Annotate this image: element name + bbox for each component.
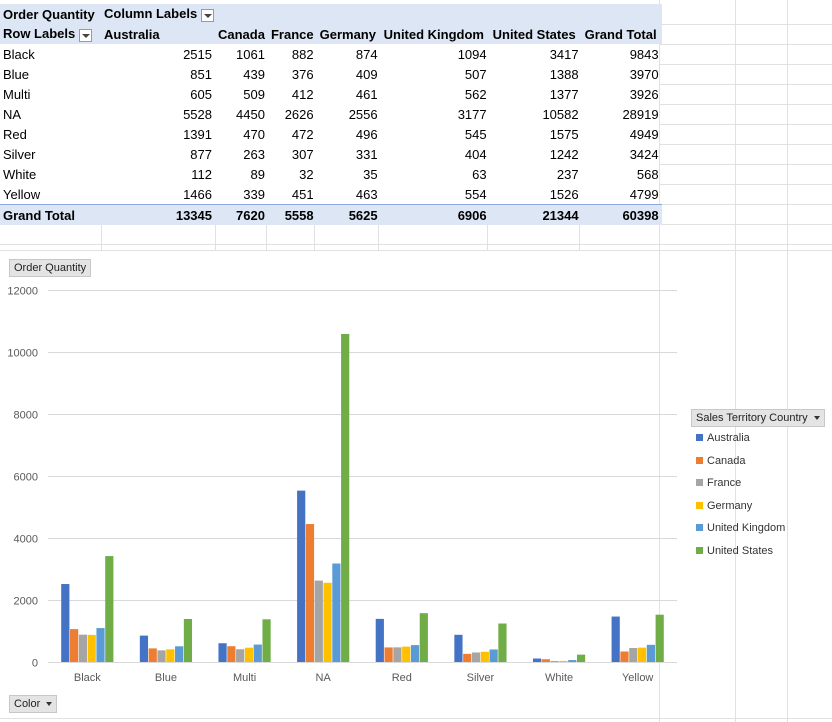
bar [148,648,157,662]
bar [227,646,236,662]
bar [236,649,245,662]
bar [559,660,568,662]
legend-label: France [707,477,742,489]
x-tick-label: Black [74,672,101,684]
y-tick-label: 4000 [14,534,38,546]
legend-item: Germany [696,500,785,523]
bar [393,647,402,662]
legend-item: United Kingdom [696,522,785,545]
bar [541,659,550,662]
legend-swatch [696,501,703,509]
x-tick-label: Yellow [622,672,653,684]
x-tick-label: Silver [467,672,495,684]
legend-swatch [696,479,703,486]
legend-label: United Kingdom [707,522,786,534]
clustered-column-chart: 0 2000 4000 6000 8000 10000 12000 Black Blue Mult… [7,286,677,684]
legend-swatch [696,456,703,464]
bar [218,643,227,662]
y-tick-label: 2000 [14,596,38,608]
bar [314,580,323,662]
bar [175,646,184,662]
chart-legend: Australia Canada France Germany United Kingd… [696,432,785,567]
bar [454,634,463,662]
bar [629,648,638,662]
bar [384,647,393,662]
bar [166,649,175,662]
x-tick-label: Blue [155,672,177,684]
y-tick-label: 6000 [14,472,38,484]
bar [489,649,498,662]
bar [419,613,428,662]
bar [375,618,384,662]
bar [471,652,481,662]
x-tick-label: Red [392,672,412,684]
y-tick-label: 0 [32,658,38,670]
legend-item: France [696,477,785,500]
bar [568,660,577,662]
legend-label: United States [707,544,774,557]
bar [61,584,70,662]
bar [620,651,629,662]
bar [70,629,79,662]
legend-label: Canada [707,454,746,467]
bar [655,614,664,662]
bar [96,628,105,662]
bar [576,654,586,662]
legend-swatch [696,434,703,441]
bar [611,616,620,662]
bar [463,653,472,662]
bar [262,619,271,662]
bar [532,658,542,662]
bar [646,644,655,662]
bar [253,644,262,662]
bar [87,634,96,662]
bar [550,661,559,662]
legend-label: Germany [707,499,753,512]
bar [480,651,489,662]
bar [332,563,341,662]
bar [139,635,149,662]
x-tick-label: White [545,672,573,684]
y-tick-label: 10000 [7,348,38,360]
legend-label: Australia [707,432,750,444]
bar [297,490,306,662]
bar [498,623,507,662]
bar [157,650,166,662]
y-tick-label: 8000 [14,410,38,422]
legend-item: Canada [696,455,785,478]
legend-swatch [696,524,703,531]
bar [78,634,88,662]
x-tick-label: NA [316,672,332,684]
bar [410,645,420,662]
bar [341,333,350,662]
x-tick-label: Multi [233,672,256,684]
bar [244,647,254,662]
bar [637,647,647,662]
legend-item: Australia [696,432,785,455]
bar [305,524,315,662]
legend-swatch [696,546,703,554]
bar [105,556,114,662]
bar [402,646,411,662]
bar [323,582,332,662]
y-tick-label: 12000 [7,286,38,298]
bar [183,618,193,662]
legend-item: United States [696,545,785,568]
